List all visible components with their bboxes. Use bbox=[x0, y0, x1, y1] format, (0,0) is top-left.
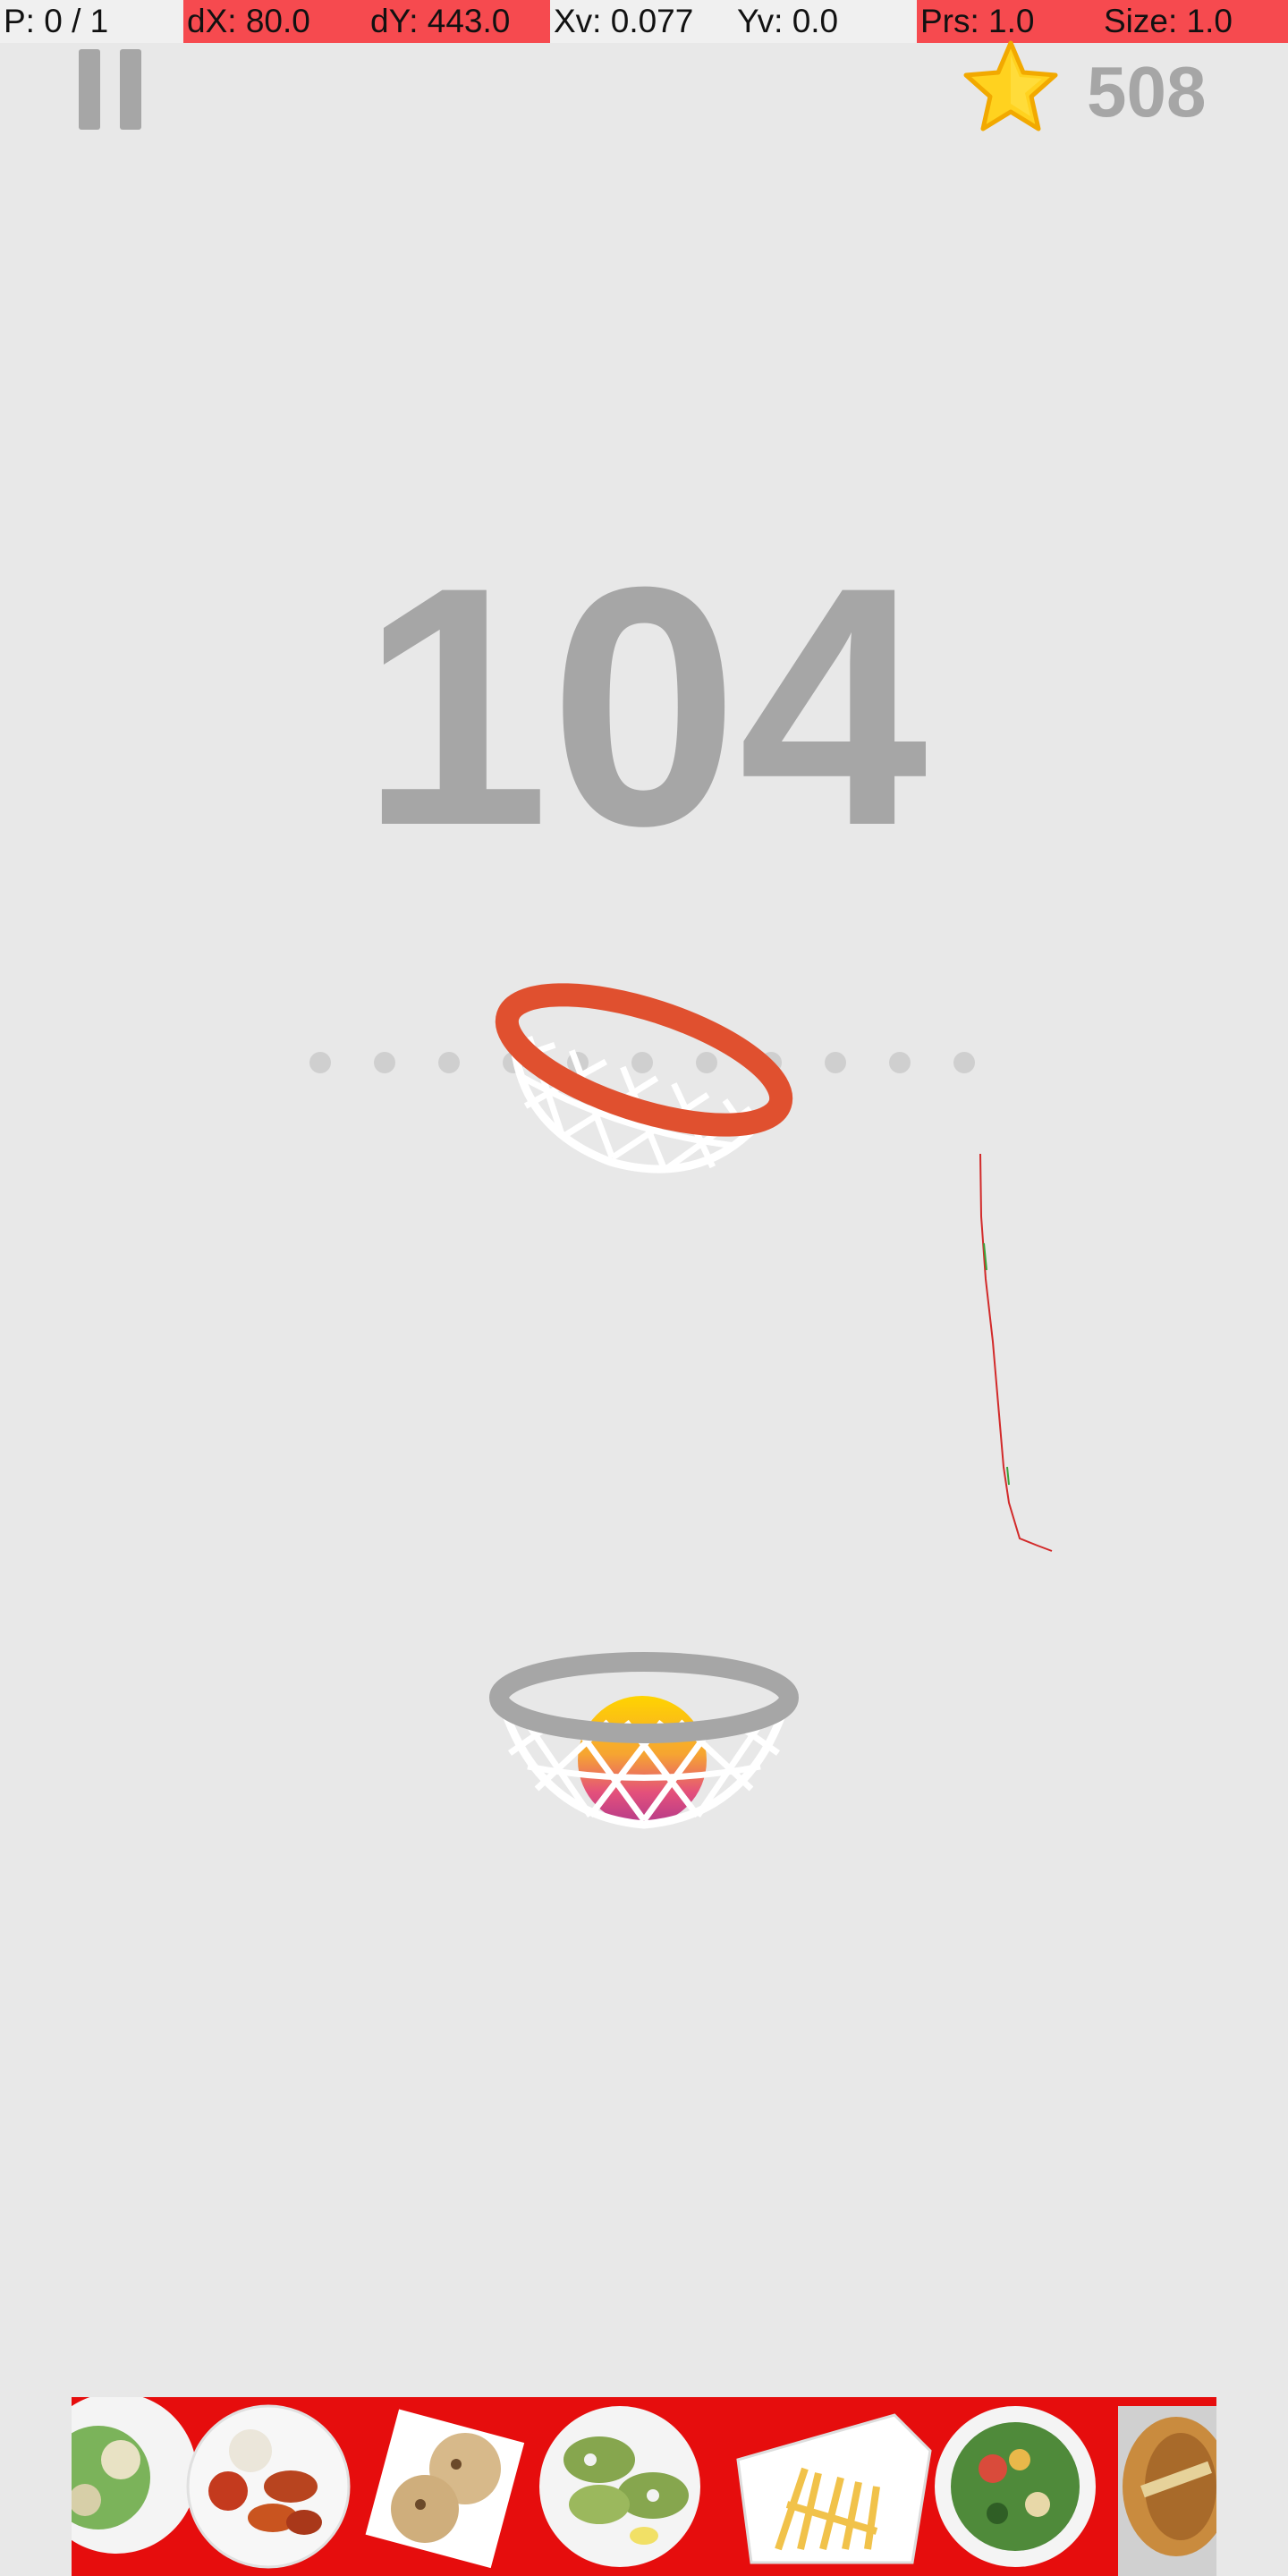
ad-food-sandwich bbox=[1118, 2406, 1216, 2576]
ad-food-salad bbox=[72, 2397, 197, 2554]
ad-food-wings bbox=[186, 2404, 351, 2569]
ad-food-cookies bbox=[365, 2409, 525, 2569]
ad-banner[interactable] bbox=[72, 2397, 1216, 2576]
game-field[interactable] bbox=[0, 0, 1288, 2576]
ad-food-salad-bowl bbox=[935, 2406, 1096, 2567]
target-hoop bbox=[495, 983, 793, 1174]
swipe-trace bbox=[979, 1153, 1053, 1552]
ad-food-avocado-toast bbox=[539, 2406, 700, 2567]
trajectory-dots bbox=[309, 1052, 975, 1073]
ad-food-fries bbox=[736, 2413, 932, 2564]
